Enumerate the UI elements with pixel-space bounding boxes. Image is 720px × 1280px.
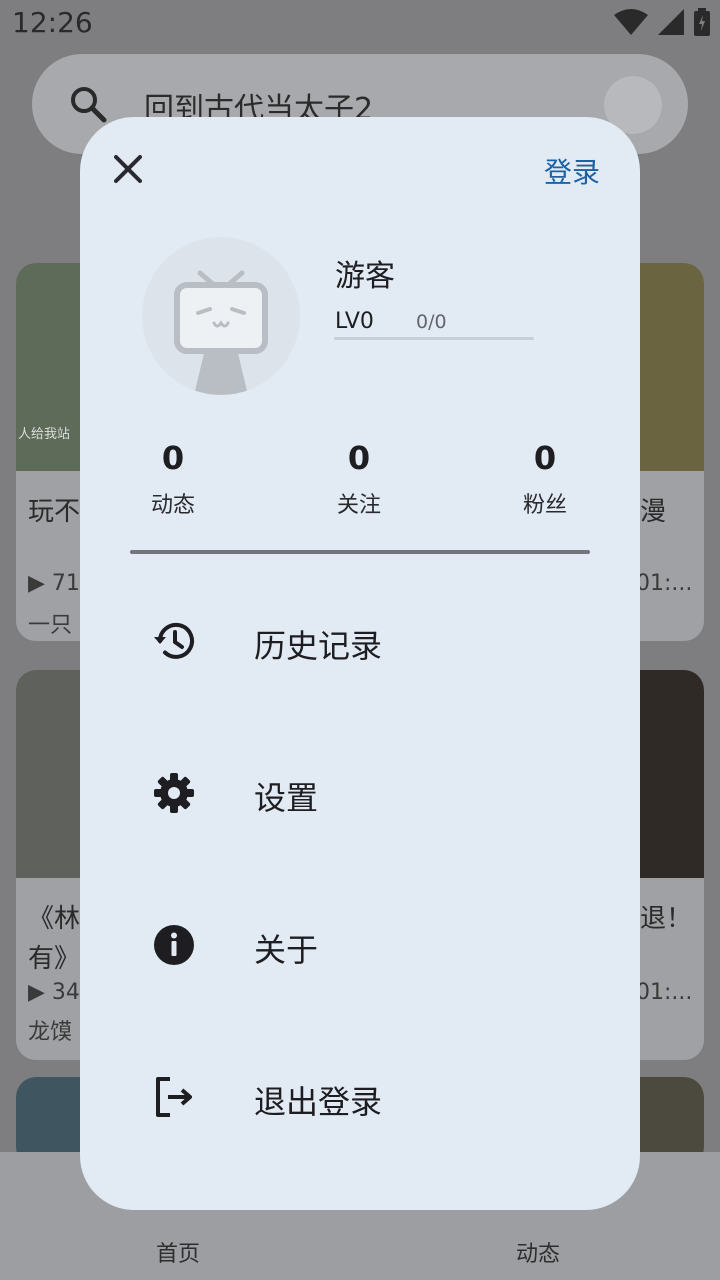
- menu-item-label: 设置: [254, 779, 319, 817]
- search-icon: [71, 87, 107, 123]
- stat-followers-value: 0: [533, 439, 557, 477]
- wifi-icon: [614, 9, 648, 35]
- menu-item-label: 关于: [254, 931, 319, 969]
- signal-icon: [658, 9, 684, 35]
- gear-icon: [154, 773, 194, 813]
- video-title: 玩不: [28, 497, 81, 527]
- avatar[interactable]: [142, 237, 300, 395]
- logout-icon: [156, 1077, 192, 1117]
- video-duration: 01:...: [636, 571, 693, 596]
- thumbnail-overlay-text: 人给我站: [18, 427, 71, 442]
- system-icons: [614, 8, 710, 36]
- menu-item-label: 历史记录: [254, 627, 383, 665]
- video-title-line2: 有》: [28, 944, 81, 974]
- user-menu-dialog: 登录 游客 LV0 0/0 0 动态 0 关注 0 粉丝 历史记录 设置 关于 …: [80, 117, 640, 1210]
- user-exp: 0/0: [416, 311, 447, 333]
- stat-following[interactable]: 0 关注: [299, 439, 419, 519]
- stat-following-value: 0: [347, 439, 371, 477]
- stat-following-label: 关注: [336, 493, 381, 518]
- stat-followers[interactable]: 0 粉丝: [485, 439, 605, 519]
- close-icon[interactable]: [106, 147, 150, 191]
- nav-dynamic[interactable]: 动态: [516, 1236, 560, 1268]
- video-title: 《林: [28, 904, 81, 934]
- nav-home[interactable]: 首页: [156, 1236, 200, 1268]
- username: 游客: [335, 259, 395, 294]
- stat-followers-label: 粉丝: [522, 493, 567, 518]
- menu-item-logout[interactable]: 退出登录: [80, 1031, 640, 1161]
- stat-dynamic-label: 动态: [150, 493, 195, 518]
- tv-mascot-icon: [174, 270, 268, 395]
- video-uploader: 龙馍: [28, 1020, 73, 1045]
- menu-item-about[interactable]: 关于: [80, 879, 640, 1009]
- status-bar: 12:26: [0, 0, 720, 48]
- exp-progress-bar: [334, 337, 534, 340]
- status-time: 12:26: [12, 6, 93, 39]
- user-level: LV0: [335, 309, 374, 334]
- menu-item-settings[interactable]: 设置: [80, 727, 640, 857]
- stat-dynamic-value: 0: [161, 439, 185, 477]
- menu-item-label: 退出登录: [254, 1083, 383, 1121]
- divider: [130, 550, 590, 554]
- history-icon: [154, 622, 194, 659]
- video-title: 漫: [640, 497, 667, 527]
- stat-dynamic[interactable]: 0 动态: [113, 439, 233, 519]
- info-icon: [154, 925, 194, 965]
- battery-icon: [694, 8, 710, 36]
- video-views: ▶ 34: [28, 980, 80, 1005]
- menu-item-history[interactable]: 历史记录: [80, 575, 640, 705]
- video-title: 退！: [640, 904, 693, 934]
- video-duration: 01:...: [636, 980, 693, 1005]
- login-button[interactable]: 登录: [544, 151, 600, 191]
- video-views: ▶ 71: [28, 571, 80, 596]
- video-uploader: 一只: [28, 613, 73, 638]
